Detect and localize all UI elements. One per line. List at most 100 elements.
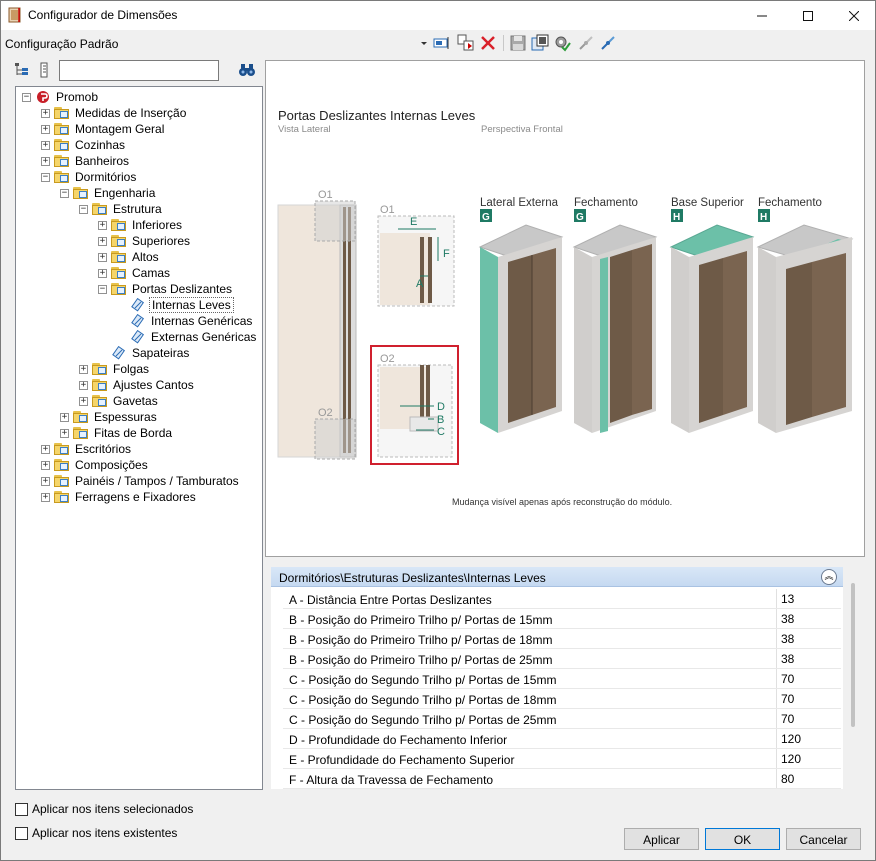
tree-item[interactable]: + Banheiros	[41, 153, 131, 169]
settings-check-icon[interactable]	[553, 34, 571, 52]
property-value-field[interactable]: 120	[776, 749, 842, 768]
apply-existing-checkbox[interactable]	[15, 826, 28, 840]
copy-config-icon[interactable]	[457, 34, 475, 52]
minimize-button[interactable]	[739, 1, 785, 30]
maximize-button[interactable]	[785, 1, 831, 30]
binoculars-icon[interactable]	[238, 62, 256, 78]
tree-search-input[interactable]	[59, 60, 219, 81]
tree-item[interactable]: + Ajustes Cantos	[79, 377, 196, 393]
property-row[interactable]: D - Profundidade do Fechamento Inferior 1…	[283, 729, 841, 749]
dim-e-label: E	[410, 216, 417, 228]
expand-node-icon[interactable]: +	[98, 268, 107, 278]
dim-a-label: A	[416, 278, 424, 290]
property-value-field[interactable]: 38	[776, 649, 842, 668]
property-value-field[interactable]: 70	[776, 689, 842, 708]
property-value-field[interactable]: 13	[776, 589, 842, 608]
tree-item[interactable]: + Gavetas	[79, 393, 160, 409]
tree-item[interactable]: − Engenharia	[60, 185, 157, 201]
rename-config-icon[interactable]	[433, 34, 451, 52]
collapse-node-icon[interactable]: −	[60, 188, 69, 198]
tree-item[interactable]: − Promob	[22, 89, 100, 105]
list-view-icon[interactable]	[38, 62, 52, 78]
tree-item[interactable]: + Composições	[41, 457, 150, 473]
tree-item-label: Altos	[132, 250, 159, 264]
tree-item[interactable]: + Cozinhas	[41, 137, 127, 153]
collapse-node-icon[interactable]: −	[98, 284, 107, 294]
ok-button[interactable]: OK	[705, 828, 780, 850]
property-row[interactable]: C - Posição do Segundo Trilho p/ Portas …	[283, 689, 841, 709]
tree-item[interactable]: + Superiores	[98, 233, 192, 249]
property-value-field[interactable]: 70	[776, 669, 842, 688]
property-row[interactable]: C - Posição do Segundo Trilho p/ Portas …	[283, 669, 841, 689]
export-icon[interactable]	[531, 34, 549, 52]
folder-icon	[92, 362, 108, 376]
property-row[interactable]: A - Distância Entre Portas Deslizantes 13	[283, 589, 841, 609]
dropdown-arrow-icon[interactable]	[419, 34, 429, 52]
property-row[interactable]: F - Altura da Travessa de Fechamento 80	[283, 769, 841, 789]
tree-item[interactable]: + Inferiores	[98, 217, 184, 233]
collapse-node-icon[interactable]: −	[79, 204, 88, 214]
collapse-arrows-icon[interactable]	[577, 34, 595, 52]
expand-node-icon[interactable]: +	[41, 140, 50, 150]
tree-view-icon[interactable]	[14, 62, 30, 78]
tree-item[interactable]: + Camas	[98, 265, 172, 281]
expand-node-icon[interactable]: +	[79, 396, 88, 406]
tree-item[interactable]: + Altos	[98, 249, 161, 265]
expand-node-icon[interactable]: +	[98, 236, 107, 246]
expand-node-icon[interactable]: +	[41, 108, 50, 118]
tree-item[interactable]: Internas Genéricas	[117, 313, 254, 329]
property-value-field[interactable]: 38	[776, 629, 842, 648]
properties-scrollbar[interactable]	[851, 583, 855, 727]
apply-selected-option[interactable]: Aplicar nos itens selecionados	[15, 801, 193, 817]
property-value-field[interactable]: 70	[776, 709, 842, 728]
close-button[interactable]	[831, 1, 876, 30]
property-value-field[interactable]: 80	[776, 769, 842, 788]
tree-item[interactable]: + Ferragens e Fixadores	[41, 489, 198, 505]
expand-node-icon[interactable]: +	[98, 252, 107, 262]
tree-item[interactable]: + Fitas de Borda	[60, 425, 174, 441]
property-row[interactable]: B - Posição do Primeiro Trilho p/ Portas…	[283, 629, 841, 649]
tree-item[interactable]: − Dormitórios	[41, 169, 138, 185]
tree-item[interactable]: + Painéis / Tampos / Tamburatos	[41, 473, 241, 489]
tree-item[interactable]: − Portas Deslizantes	[98, 281, 234, 297]
expand-node-icon[interactable]: +	[98, 220, 107, 230]
expand-node-icon[interactable]: +	[41, 124, 50, 134]
property-row[interactable]: C - Posição do Segundo Trilho p/ Portas …	[283, 709, 841, 729]
expand-node-icon[interactable]: +	[41, 460, 50, 470]
expand-node-icon[interactable]: +	[60, 428, 69, 438]
property-row[interactable]: B - Posição do Primeiro Trilho p/ Portas…	[283, 609, 841, 629]
delete-config-icon[interactable]	[479, 34, 497, 52]
property-value-field[interactable]: 120	[776, 729, 842, 748]
property-value-field[interactable]: 38	[776, 609, 842, 628]
cancel-button[interactable]: Cancelar	[786, 828, 861, 850]
expand-node-icon[interactable]: +	[41, 476, 50, 486]
expand-node-icon[interactable]: +	[41, 492, 50, 502]
tree-item[interactable]: Internas Leves	[117, 297, 234, 313]
apply-selected-checkbox[interactable]	[15, 802, 28, 816]
apply-existing-option[interactable]: Aplicar nos itens existentes	[15, 825, 177, 841]
apply-button[interactable]: Aplicar	[624, 828, 699, 850]
category-tree[interactable]: − Promob + Medidas de Inserção + Montagem Ger…	[15, 86, 263, 790]
tree-item[interactable]: + Espessuras	[60, 409, 159, 425]
tree-item-label: Portas Deslizantes	[132, 282, 233, 296]
tree-item[interactable]: + Montagem Geral	[41, 121, 166, 137]
save-icon[interactable]	[509, 34, 527, 52]
expand-node-icon[interactable]: +	[41, 156, 50, 166]
tree-item[interactable]: − Estrutura	[79, 201, 164, 217]
expand-node-icon[interactable]: +	[60, 412, 69, 422]
tree-item[interactable]: Externas Genéricas	[117, 329, 258, 345]
collapse-button[interactable]: ︽	[821, 569, 837, 585]
expand-node-icon[interactable]: +	[41, 444, 50, 454]
property-row[interactable]: B - Posição do Primeiro Trilho p/ Portas…	[283, 649, 841, 669]
property-row[interactable]: E - Profundidade do Fechamento Superior 1…	[283, 749, 841, 769]
expand-node-icon[interactable]: +	[79, 364, 88, 374]
collapse-node-icon[interactable]: −	[41, 172, 50, 182]
tree-item[interactable]: + Medidas de Inserção	[41, 105, 188, 121]
tree-item[interactable]: + Escritórios	[41, 441, 133, 457]
expand-node-icon[interactable]: +	[79, 380, 88, 390]
tree-item[interactable]: + Folgas	[79, 361, 151, 377]
tree-item[interactable]: Sapateiras	[98, 345, 191, 361]
expand-arrows-icon[interactable]	[599, 34, 617, 52]
collapse-node-icon[interactable]: −	[22, 92, 31, 102]
